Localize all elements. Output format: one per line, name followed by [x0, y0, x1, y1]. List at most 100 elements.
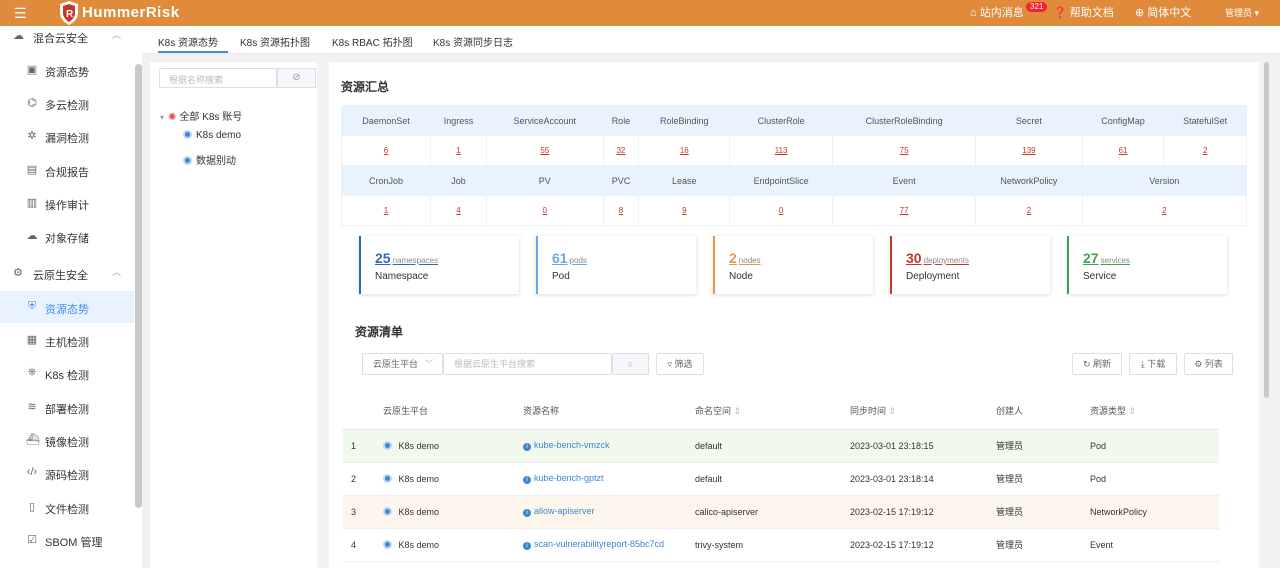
sidebar-item-cn-resource-overview[interactable]: ⛨ 资源态势	[0, 291, 134, 323]
summary-count-link[interactable]: 4	[430, 195, 487, 226]
audit-icon: ▥	[26, 197, 38, 209]
refresh-label: 刷新	[1093, 359, 1112, 369]
summary-count-link[interactable]: 0	[486, 195, 604, 226]
download-button[interactable]: ⤓ 下载	[1129, 353, 1177, 375]
stat-card-number[interactable]: 30 deployments	[906, 250, 969, 266]
sidebar-item-host-check[interactable]: ▦ 主机检测	[0, 324, 134, 356]
download-label: 下载	[1147, 359, 1166, 369]
stat-card-service: 27 services Service	[1067, 236, 1227, 294]
summary-count-link[interactable]: 139	[975, 135, 1083, 166]
summary-count-link[interactable]: 1	[430, 135, 487, 166]
tab-k8s-sync-log[interactable]: K8s 资源同步日志	[433, 34, 513, 49]
tree-node-k8s-demo[interactable]: K8s demo	[183, 130, 241, 141]
bell-icon: ⌂	[970, 7, 977, 19]
list-search-input[interactable]: 根据云原生平台搜索	[443, 353, 612, 375]
tree-search-input[interactable]: 根据名称搜索	[159, 68, 277, 88]
stat-card-number[interactable]: 2 nodes	[729, 250, 761, 266]
platform-select-value: 云原生平台	[373, 359, 419, 369]
active-tab-indicator	[158, 51, 228, 53]
summary-count-link[interactable]: 8	[602, 195, 640, 226]
sidebar-scrollbar[interactable]	[135, 64, 142, 508]
tree-node-data[interactable]: 数据别动	[183, 152, 236, 167]
table-row[interactable]: 2 K8s demo i kube-bench-gptzt default 202…	[343, 462, 1219, 496]
columns-button[interactable]: ⚙ 列表	[1184, 353, 1233, 375]
sidebar-item-file-check[interactable]: ▯ 文件检测	[0, 491, 134, 523]
svg-text:R: R	[66, 9, 74, 20]
stat-card-label: Pod	[552, 271, 570, 282]
column-header-sync-time[interactable]: 同步时间 ⇕	[842, 392, 988, 430]
main-scrollbar[interactable]	[1264, 62, 1269, 398]
cloud-native-icon: ⚙	[13, 267, 23, 279]
table-row[interactable]: 1 K8s demo i kube-bench-vmzck default 202…	[343, 429, 1219, 463]
sidebar-item-deploy-check[interactable]: ≋ 部署检测	[0, 391, 134, 423]
summary-header: Version	[1081, 165, 1248, 196]
list-search-button[interactable]: ○	[612, 353, 649, 375]
refresh-button[interactable]: ↻ 刷新	[1072, 353, 1122, 375]
summary-count-link[interactable]: 1	[340, 195, 432, 226]
summary-count-link[interactable]: 32	[602, 135, 640, 166]
checklist-icon: ☑	[27, 534, 37, 546]
summary-count-link[interactable]: 113	[729, 135, 834, 166]
tab-k8s-resource-overview[interactable]: K8s 资源态势	[158, 34, 218, 49]
language-switch[interactable]: ⊕ 简体中文	[1135, 7, 1191, 19]
sidebar-item-source-check[interactable]: ‹/› 源码检测	[0, 457, 134, 489]
sidebar-group-hybrid-cloud[interactable]: ☁ 混合云安全 ︿	[0, 28, 134, 48]
table-row[interactable]: 3 K8s demo i allow-apiserver calico-apise…	[343, 495, 1219, 529]
summary-count-link[interactable]: 61	[1081, 135, 1165, 166]
filter-button[interactable]: ▿ 筛选	[656, 353, 704, 375]
sidebar-item-image-check[interactable]: ⛴ 镜像检测	[0, 424, 134, 456]
sidebar-item-compliance-report[interactable]: ▤ 合规报告	[0, 154, 134, 186]
row-resource-name[interactable]: i kube-bench-gptzt	[515, 462, 687, 496]
row-sync-time: 2023-03-01 23:18:15	[842, 429, 988, 463]
summary-count-link[interactable]: 2	[1081, 195, 1248, 226]
summary-count-link[interactable]: 6	[340, 135, 432, 166]
stat-card-number[interactable]: 61 pods	[552, 250, 587, 266]
chevron-up-icon: ︿	[112, 267, 122, 277]
info-icon: i	[523, 476, 531, 484]
sidebar-item-object-storage[interactable]: ☁ 对象存储	[0, 220, 134, 252]
row-type: Pod	[1082, 429, 1219, 463]
sidebar-item-resource-overview[interactable]: ▣ 资源态势	[0, 54, 134, 86]
summary-header: PVC	[602, 165, 640, 196]
summary-count-link[interactable]: 16	[638, 135, 731, 166]
row-resource-name[interactable]: i scan-vulnerabilityreport-85bc7cd	[515, 528, 687, 562]
summary-count-link[interactable]: 77	[832, 195, 977, 226]
platform-select[interactable]: 云原生平台 ﹀	[362, 353, 443, 375]
summary-count-link[interactable]: 55	[486, 135, 604, 166]
messages-link[interactable]: ⌂ 站内消息	[970, 7, 1024, 19]
sidebar-item-sbom[interactable]: ☑ SBOM 管理	[0, 524, 134, 556]
hamburger-menu-icon[interactable]: ☰	[14, 5, 27, 21]
summary-title: 资源汇总	[341, 80, 390, 94]
row-resource-name[interactable]: i allow-apiserver	[515, 495, 687, 529]
sidebar-item-k8s-check[interactable]: ⎈ K8s 检测	[0, 357, 134, 389]
stat-card-number[interactable]: 27 services	[1083, 250, 1130, 266]
tree-search-button[interactable]: ⊘	[277, 68, 316, 88]
sidebar-group-cloud-native[interactable]: ⚙ 云原生安全 ︿	[0, 265, 134, 285]
summary-count-link[interactable]: 0	[729, 195, 834, 226]
summary-count-link[interactable]: 2	[975, 195, 1083, 226]
resource-summary-table: DaemonSet Ingress ServiceAccount Role Ro…	[340, 105, 1248, 226]
help-link[interactable]: ❓ 帮助文档	[1053, 7, 1114, 19]
sidebar-item-label: 漏洞检测	[45, 133, 89, 145]
column-header-namespace[interactable]: 命名空间 ⇕	[687, 392, 842, 430]
row-type: NetworkPolicy	[1082, 495, 1219, 529]
tree-root-node[interactable]: ▾ ✺ 全部 K8s 账号	[160, 108, 242, 123]
summary-count-link[interactable]: 75	[832, 135, 977, 166]
table-row[interactable]: 4 K8s demo i scan-vulnerabilityreport-85b…	[343, 528, 1219, 562]
sidebar-item-vuln-check[interactable]: ✲ 漏洞检测	[0, 120, 134, 152]
row-platform: K8s demo	[375, 429, 515, 463]
tab-k8s-resource-topology[interactable]: K8s 资源拓扑图	[240, 34, 310, 49]
summary-count-link[interactable]: 9	[638, 195, 731, 226]
stat-card-number[interactable]: 25 namespaces	[375, 250, 438, 266]
tab-k8s-rbac-topology[interactable]: K8s RBAC 拓扑图	[332, 34, 413, 49]
summary-count-link[interactable]: 2	[1163, 135, 1247, 166]
k8s-icon: ⎈	[27, 366, 37, 378]
column-header-type[interactable]: 资源类型 ⇕	[1082, 392, 1219, 430]
stat-card-unit: nodes	[738, 256, 761, 265]
sidebar-item-label: 对象存储	[45, 233, 89, 245]
refresh-icon: ↻	[1082, 359, 1091, 369]
sidebar-item-operation-audit[interactable]: ▥ 操作审计	[0, 187, 134, 219]
sidebar-item-multicloud-check[interactable]: ⌬ 多云检测	[0, 87, 134, 119]
user-menu[interactable]: 管理员 ▾	[1225, 7, 1259, 19]
row-resource-name[interactable]: i kube-bench-vmzck	[515, 429, 687, 463]
